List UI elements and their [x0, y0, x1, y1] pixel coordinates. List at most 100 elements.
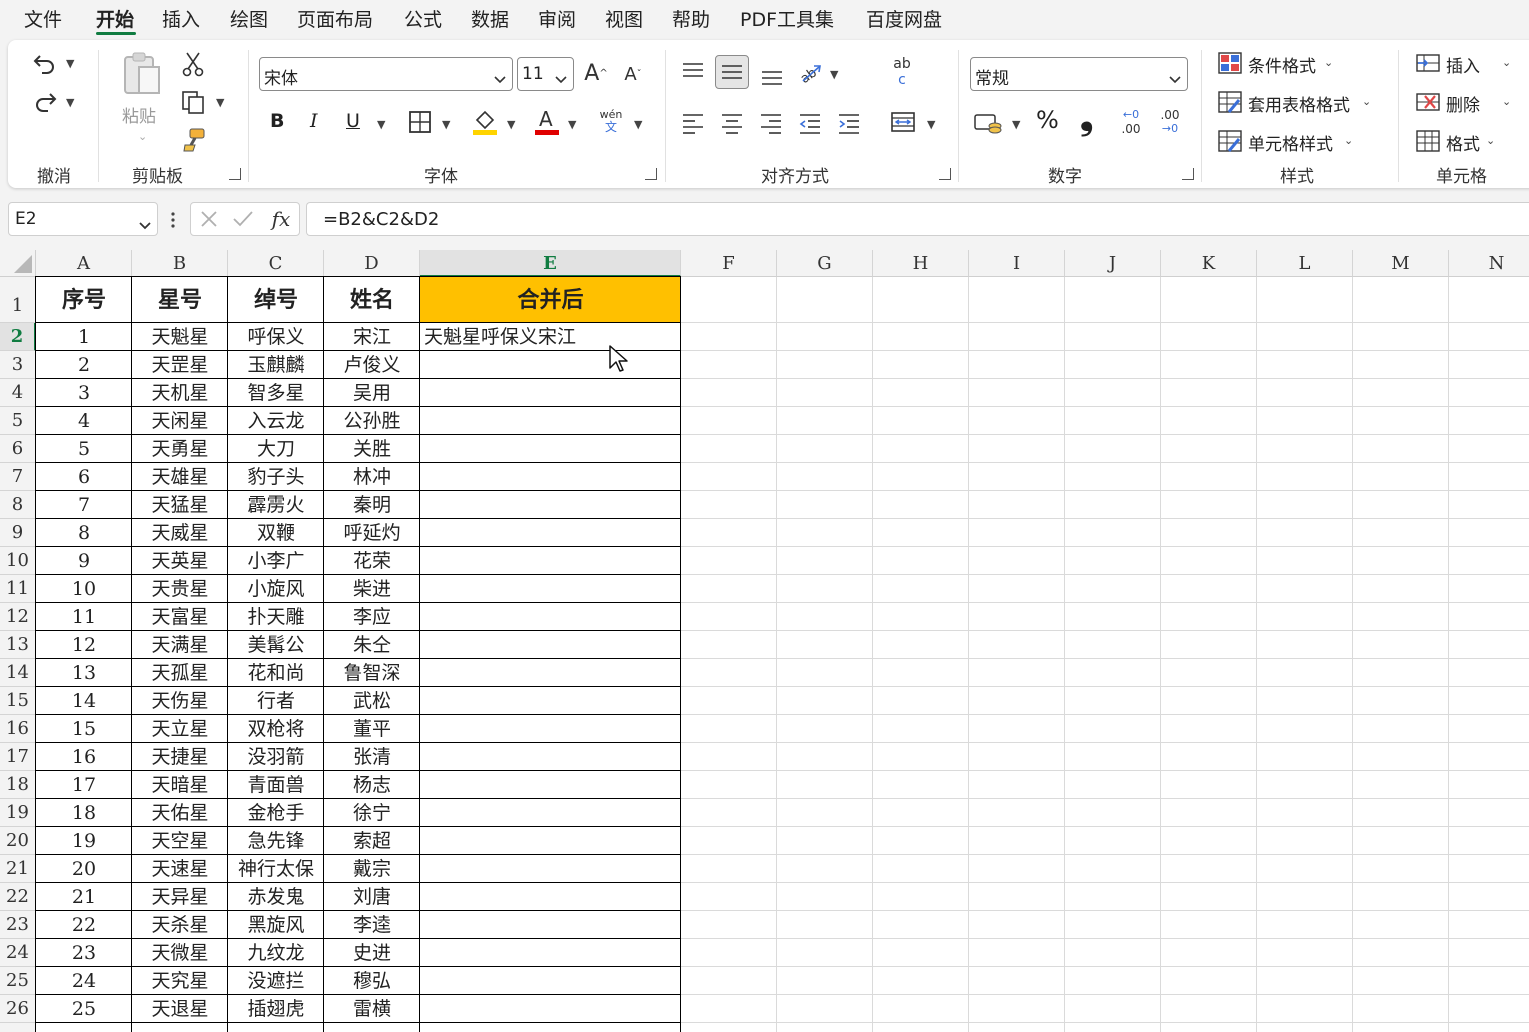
insert-cells-icon[interactable]	[1414, 50, 1442, 76]
table-cell[interactable]: 6	[36, 463, 132, 491]
align-bottom-icon[interactable]	[757, 60, 787, 90]
fill-color-icon[interactable]	[470, 106, 500, 136]
table-cell[interactable]	[228, 1023, 324, 1032]
merge-center-icon[interactable]	[888, 108, 918, 136]
row-header[interactable]: 19	[0, 799, 36, 827]
table-cell[interactable]: 插翅虎	[228, 995, 324, 1023]
increase-font-size-icon[interactable]: A ^	[582, 58, 610, 88]
align-middle-icon[interactable]	[715, 55, 749, 89]
increase-decimal-icon[interactable]: ←0 .00	[1114, 106, 1148, 138]
row-header[interactable]: 8	[0, 491, 36, 519]
row-header[interactable]: 21	[0, 855, 36, 883]
table-cell[interactable]: 15	[36, 715, 132, 743]
table-cell[interactable]: 16	[36, 743, 132, 771]
table-cell[interactable]: 智多星	[228, 379, 324, 407]
table-cell[interactable]	[420, 911, 681, 939]
accounting-dropdown-chevron-icon[interactable]: ▼	[1012, 118, 1020, 131]
table-cell[interactable]: 小李广	[228, 547, 324, 575]
decrease-decimal-icon[interactable]: .00 →0	[1153, 106, 1187, 138]
header-cell[interactable]: 姓名	[324, 277, 420, 323]
font-color-icon[interactable]: A	[532, 106, 562, 136]
format-cells-icon[interactable]	[1414, 128, 1442, 154]
copy-icon[interactable]	[178, 88, 208, 116]
table-cell[interactable]: 天猛星	[132, 491, 228, 519]
conditional-format-icon[interactable]	[1216, 50, 1244, 76]
table-cell[interactable]: 22	[36, 911, 132, 939]
number-format-select[interactable]: 常规	[970, 57, 1188, 91]
table-cell[interactable]: 扑天雕	[228, 603, 324, 631]
tab-insert[interactable]: 插入	[162, 5, 200, 32]
column-header[interactable]: D	[324, 250, 420, 277]
decrease-indent-icon[interactable]	[795, 110, 825, 136]
insert-cells-chevron-icon[interactable]: ⌄	[1502, 56, 1511, 69]
table-cell[interactable]	[420, 379, 681, 407]
table-cell[interactable]: 李应	[324, 603, 420, 631]
table-cell[interactable]: 青面兽	[228, 771, 324, 799]
column-header[interactable]: K	[1161, 250, 1257, 277]
delete-cells-button[interactable]: 删除	[1446, 91, 1480, 116]
table-cell[interactable]: 10	[36, 575, 132, 603]
table-cell[interactable]	[132, 1023, 228, 1032]
table-cell[interactable]: 17	[36, 771, 132, 799]
table-cell[interactable]: 没遮拦	[228, 967, 324, 995]
table-cell[interactable]: 25	[36, 995, 132, 1023]
table-cell[interactable]: 11	[36, 603, 132, 631]
table-cell[interactable]: 2	[36, 351, 132, 379]
table-cell[interactable]: 5	[36, 435, 132, 463]
table-cell[interactable]: 8	[36, 519, 132, 547]
table-cell[interactable]: 张清	[324, 743, 420, 771]
table-cell[interactable]: 天满星	[132, 631, 228, 659]
table-cell[interactable]: 徐宁	[324, 799, 420, 827]
table-cell[interactable]	[420, 463, 681, 491]
table-cell[interactable]: 没羽箭	[228, 743, 324, 771]
table-cell[interactable]: 天伤星	[132, 687, 228, 715]
table-cell[interactable]: 天空星	[132, 827, 228, 855]
table-cell[interactable]: 柴进	[324, 575, 420, 603]
row-header[interactable]	[0, 1023, 36, 1032]
table-cell[interactable]: 19	[36, 827, 132, 855]
table-cell[interactable]: 天魁星	[132, 323, 228, 351]
table-cell[interactable]: 3	[36, 379, 132, 407]
select-all-corner[interactable]	[0, 250, 36, 277]
tab-review[interactable]: 审阅	[538, 5, 576, 32]
fill-color-dropdown-chevron-icon[interactable]: ▼	[507, 118, 515, 131]
clipboard-dialog-launcher-icon[interactable]	[229, 168, 241, 180]
tab-file[interactable]: 文件	[24, 5, 62, 32]
header-cell[interactable]: 星号	[132, 277, 228, 323]
table-cell[interactable]: 鲁智深	[324, 659, 420, 687]
comma-style-button[interactable]: ❟	[1080, 98, 1093, 138]
row-header[interactable]: 4	[0, 379, 36, 407]
bold-button[interactable]: B	[270, 110, 284, 132]
table-cell[interactable]: 1	[36, 323, 132, 351]
table-cell[interactable]: 20	[36, 855, 132, 883]
table-cell[interactable]: 4	[36, 407, 132, 435]
table-cell[interactable]	[420, 799, 681, 827]
borders-dropdown-chevron-icon[interactable]: ▼	[442, 118, 450, 131]
table-cell[interactable]: 小旋风	[228, 575, 324, 603]
table-cell[interactable]: 宋江	[324, 323, 420, 351]
table-cell[interactable]: 豹子头	[228, 463, 324, 491]
table-cell[interactable]: 天速星	[132, 855, 228, 883]
table-cell[interactable]: 天勇星	[132, 435, 228, 463]
conditional-format-chevron-icon[interactable]: ⌄	[1324, 56, 1333, 69]
column-header[interactable]: G	[777, 250, 873, 277]
table-cell[interactable]: 金枪手	[228, 799, 324, 827]
table-cell[interactable]: 天退星	[132, 995, 228, 1023]
table-cell[interactable]: 朱仝	[324, 631, 420, 659]
table-cell[interactable]: 天机星	[132, 379, 228, 407]
redo-dropdown-chevron-icon[interactable]: ▼	[66, 96, 74, 109]
table-cell[interactable]	[324, 1023, 420, 1032]
row-header[interactable]: 7	[0, 463, 36, 491]
table-cell[interactable]: 花和尚	[228, 659, 324, 687]
table-cell[interactable]: 霹雳火	[228, 491, 324, 519]
delete-cells-chevron-icon[interactable]: ⌄	[1502, 95, 1511, 108]
table-cell[interactable]: 天微星	[132, 939, 228, 967]
row-header[interactable]: 22	[0, 883, 36, 911]
table-cell[interactable]: 史进	[324, 939, 420, 967]
format-as-table-button[interactable]: 套用表格格式	[1248, 91, 1350, 116]
table-cell[interactable]: 穆弘	[324, 967, 420, 995]
orientation-dropdown-chevron-icon[interactable]: ▼	[830, 68, 838, 81]
decrease-font-size-icon[interactable]: Aˇ	[620, 60, 646, 88]
column-header[interactable]: I	[969, 250, 1065, 277]
table-cell[interactable]: 天捷星	[132, 743, 228, 771]
